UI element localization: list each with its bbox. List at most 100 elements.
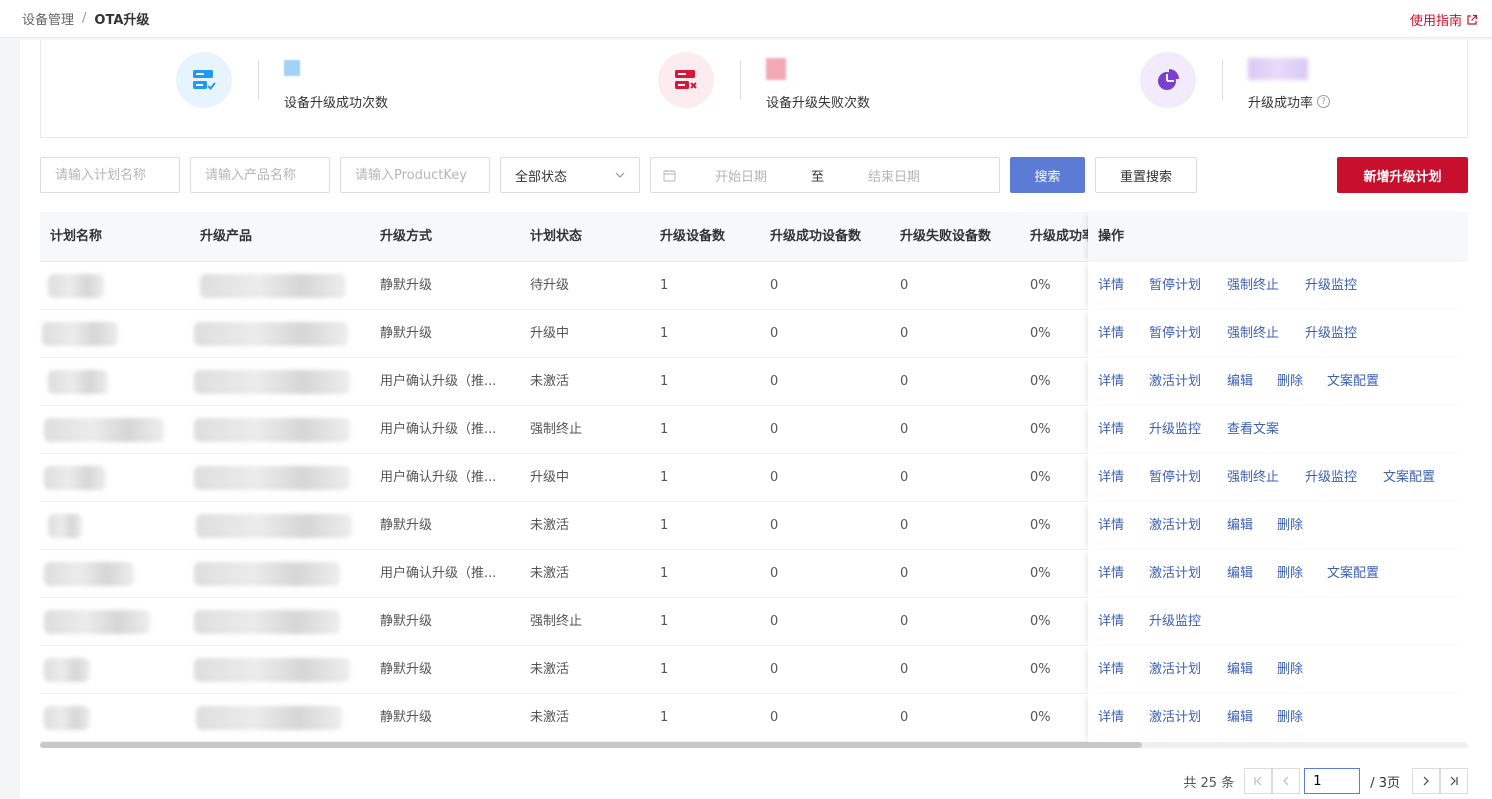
chevron-down-icon — [615, 172, 625, 178]
total-count: 共 25 条 — [1183, 775, 1235, 791]
status-select-value: 全部状态 — [515, 169, 568, 185]
cell-success-devices: 0 — [770, 374, 779, 389]
plan-name-masked — [44, 418, 164, 442]
action-link[interactable]: 激活计划 — [1149, 358, 1201, 405]
cell-failed-devices: 0 — [900, 470, 909, 485]
action-link[interactable]: 删除 — [1277, 358, 1303, 405]
start-date-input[interactable]: 开始日期 — [715, 166, 767, 185]
cell-success-rate: 0% — [1030, 710, 1051, 725]
calendar-icon — [663, 169, 676, 181]
action-link[interactable]: 详情 — [1098, 454, 1124, 501]
action-link[interactable]: 激活计划 — [1149, 694, 1201, 741]
user-guide-link[interactable]: 使用指南 — [1410, 10, 1478, 29]
date-range-picker[interactable]: 开始日期 至 结束日期 — [650, 157, 1000, 193]
chevron-right-icon — [1423, 776, 1429, 786]
action-link[interactable]: 详情 — [1098, 550, 1124, 597]
search-button[interactable]: 搜索 — [1010, 157, 1085, 193]
prev-page-button[interactable] — [1272, 768, 1301, 794]
col-devices: 升级设备数 — [660, 229, 726, 244]
product-name-masked — [194, 658, 350, 682]
product-name-input[interactable] — [190, 157, 330, 193]
user-guide-label: 使用指南 — [1409, 14, 1462, 29]
action-link[interactable]: 编辑 — [1227, 502, 1253, 549]
action-link[interactable]: 编辑 — [1227, 646, 1253, 693]
action-link[interactable]: 详情 — [1098, 262, 1124, 309]
help-icon[interactable]: ? — [1317, 95, 1331, 108]
cell-success-rate: 0% — [1030, 422, 1051, 437]
plan-name-input[interactable] — [40, 157, 180, 193]
action-link[interactable]: 查看文案 — [1227, 406, 1279, 453]
cell-status: 待升级 — [530, 278, 570, 293]
action-link[interactable]: 编辑 — [1227, 358, 1253, 405]
action-link[interactable]: 编辑 — [1227, 550, 1253, 597]
row-actions: 详情 升级监控 查看文案 — [1088, 406, 1468, 454]
action-link[interactable]: 升级监控 — [1149, 406, 1201, 453]
horizontal-scrollbar[interactable] — [40, 742, 1468, 748]
action-link[interactable]: 删除 — [1277, 646, 1303, 693]
end-date-input[interactable]: 结束日期 — [868, 166, 920, 185]
next-page-button[interactable] — [1412, 768, 1440, 794]
action-link[interactable]: 升级监控 — [1305, 262, 1357, 309]
action-link[interactable]: 编辑 — [1227, 694, 1253, 741]
action-link[interactable]: 文案配置 — [1327, 358, 1379, 405]
action-link[interactable]: 升级监控 — [1305, 310, 1357, 357]
action-link[interactable]: 激活计划 — [1149, 550, 1201, 597]
action-link[interactable]: 升级监控 — [1149, 598, 1201, 645]
table-row: 静默升级 未激活 1 0 0 0% 详情 激活计划 编辑 删除 — [40, 502, 1468, 550]
action-link[interactable]: 暂停计划 — [1149, 262, 1201, 309]
row-actions: 详情 激活计划 编辑 删除 文案配置 — [1088, 358, 1468, 406]
action-link[interactable]: 文案配置 — [1327, 550, 1379, 597]
action-link[interactable]: 暂停计划 — [1149, 454, 1201, 501]
col-success-rate: 升级成功率 — [1030, 229, 1088, 244]
action-link[interactable]: 详情 — [1098, 646, 1124, 693]
product-key-input[interactable] — [340, 157, 490, 193]
action-link[interactable]: 删除 — [1277, 694, 1303, 741]
breadcrumb-root[interactable]: 设备管理 — [22, 9, 74, 28]
plan-name-masked — [44, 658, 90, 682]
stats-card: 设备升级成功次数 设备升级失败次数 升级成功率 ? — [40, 40, 1468, 138]
row-actions: 详情 激活计划 编辑 删除 — [1088, 502, 1468, 550]
action-link[interactable]: 删除 — [1277, 550, 1303, 597]
action-link[interactable]: 详情 — [1098, 598, 1124, 645]
cell-devices: 1 — [660, 422, 669, 437]
action-link[interactable]: 详情 — [1098, 406, 1124, 453]
action-link[interactable]: 强制终止 — [1227, 454, 1279, 501]
action-link[interactable]: 详情 — [1098, 694, 1124, 741]
action-link[interactable]: 激活计划 — [1149, 646, 1201, 693]
action-link[interactable]: 强制终止 — [1227, 310, 1279, 357]
action-link[interactable]: 删除 — [1277, 502, 1303, 549]
cell-method: 静默升级 — [380, 278, 433, 293]
action-link[interactable]: 详情 — [1098, 502, 1124, 549]
status-select[interactable]: 全部状态 — [500, 157, 640, 193]
row-actions: 详情 激活计划 编辑 删除 — [1088, 694, 1468, 742]
col-failed-devices: 升级失败设备数 — [900, 229, 992, 244]
stat-label: 设备升级成功次数 — [284, 96, 389, 111]
cell-failed-devices: 0 — [900, 710, 909, 725]
action-link[interactable]: 强制终止 — [1227, 262, 1279, 309]
row-actions: 详情 激活计划 编辑 删除 文案配置 — [1088, 550, 1468, 598]
action-link[interactable]: 文案配置 — [1383, 454, 1435, 501]
action-link[interactable]: 详情 — [1098, 310, 1124, 357]
action-link[interactable]: 激活计划 — [1149, 502, 1201, 549]
plan-name-masked — [44, 466, 106, 490]
row-actions: 详情 暂停计划 强制终止 升级监控 文案配置 — [1088, 454, 1468, 502]
scrollbar-thumb[interactable] — [40, 742, 1142, 748]
page-number-input[interactable] — [1304, 768, 1361, 794]
last-page-button[interactable] — [1440, 768, 1468, 794]
col-actions-header: 操作 — [1088, 212, 1468, 262]
action-link[interactable]: 升级监控 — [1305, 454, 1357, 501]
cell-devices: 1 — [660, 710, 669, 725]
add-upgrade-plan-button[interactable]: 新增升级计划 — [1337, 157, 1468, 193]
action-link[interactable]: 详情 — [1098, 358, 1124, 405]
action-link[interactable]: 暂停计划 — [1149, 310, 1201, 357]
cell-success-devices: 0 — [770, 326, 779, 341]
table-row: 静默升级 待升级 1 0 0 0% 详情 暂停计划 强制终止 升级监控 — [40, 262, 1468, 310]
breadcrumb-separator: / — [82, 11, 87, 26]
cell-devices: 1 — [660, 662, 669, 677]
table-row: 静默升级 升级中 1 0 0 0% 详情 暂停计划 强制终止 升级监控 — [40, 310, 1468, 358]
total-pages: / 3页 — [1370, 775, 1400, 791]
reset-search-button[interactable]: 重置搜索 — [1095, 157, 1197, 193]
cell-success-devices: 0 — [770, 278, 779, 293]
first-page-button[interactable] — [1244, 768, 1273, 794]
cell-success-rate: 0% — [1030, 518, 1051, 533]
